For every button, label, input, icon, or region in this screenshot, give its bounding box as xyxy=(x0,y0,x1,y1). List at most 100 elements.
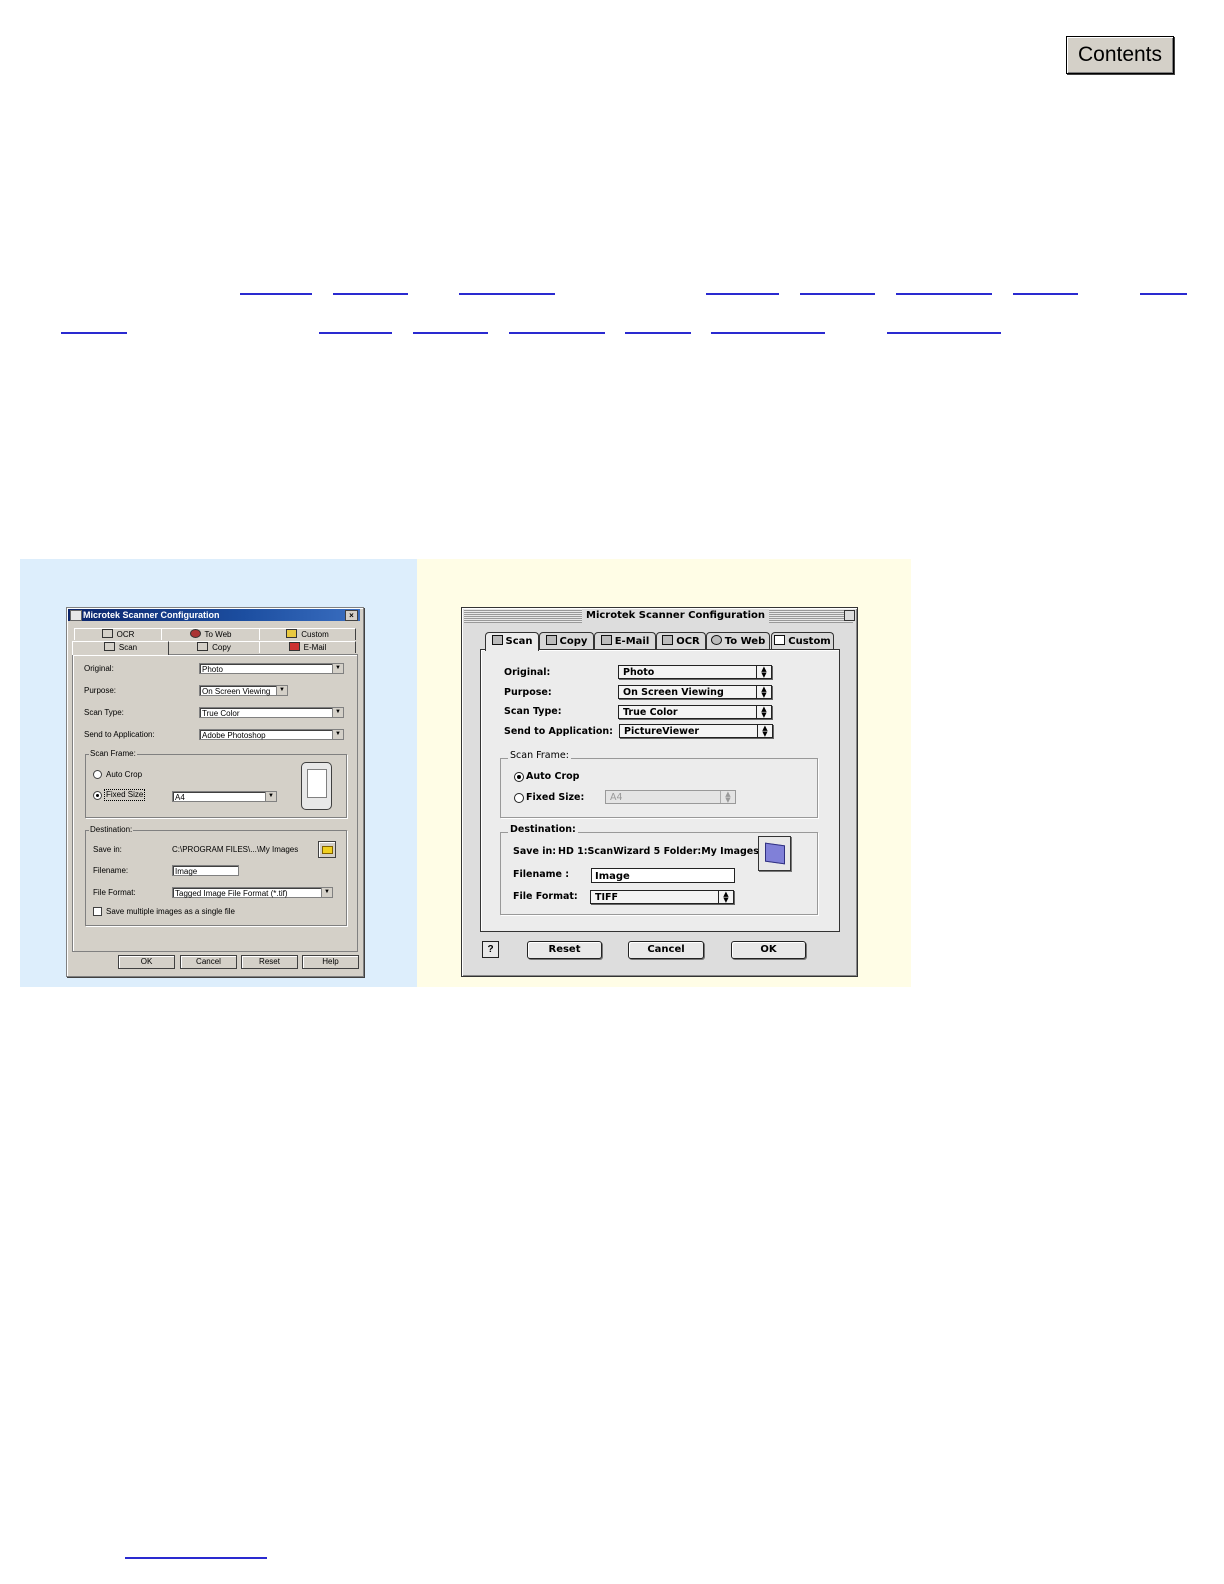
fixed-size-label: Fixed Size xyxy=(103,789,146,801)
dropdown-arrow-icon: ▼ xyxy=(265,792,276,801)
original-popup[interactable]: Photo ▲ ▼ xyxy=(618,665,772,679)
auto-crop-radio[interactable] xyxy=(93,770,102,779)
link[interactable] xyxy=(509,332,605,334)
original-select[interactable]: Photo ▼ xyxy=(199,663,344,674)
scan-frame-group xyxy=(500,758,818,818)
app-icon xyxy=(70,610,82,621)
original-label: Original: xyxy=(84,664,114,673)
save-in-label: Save in: xyxy=(513,846,557,857)
link[interactable] xyxy=(887,332,1001,334)
link[interactable] xyxy=(706,293,779,295)
purpose-select[interactable]: On Screen Viewing ▼ xyxy=(199,685,288,696)
purpose-popup[interactable]: On Screen Viewing ▲ ▼ xyxy=(618,685,772,699)
scan-frame-label: Scan Frame: xyxy=(89,749,137,759)
link[interactable] xyxy=(896,293,992,295)
zoom-box-icon[interactable] xyxy=(844,610,855,621)
scanner-icon xyxy=(491,635,503,645)
mac-tab-copy[interactable]: Copy xyxy=(539,632,594,650)
mac-tab-email[interactable]: E-Mail xyxy=(594,632,656,650)
scan-type-popup[interactable]: True Color ▲ ▼ xyxy=(618,705,772,719)
link[interactable] xyxy=(61,332,127,334)
filename-input[interactable]: Image xyxy=(591,868,735,883)
windows-dialog-title: Microtek Scanner Configuration xyxy=(83,610,220,620)
file-format-popup[interactable]: TIFF ▲ ▼ xyxy=(590,890,734,904)
printer-icon xyxy=(197,642,209,651)
purpose-label: Purpose: xyxy=(84,686,117,695)
scanner-icon xyxy=(103,642,115,651)
browse-folder-button[interactable] xyxy=(318,841,336,858)
file-format-label: File Format: xyxy=(513,891,578,902)
file-format-select[interactable]: Tagged Image File Format (*.tif) ▼ xyxy=(172,887,333,898)
save-in-label: Save in: xyxy=(93,845,122,854)
filename-label: Filename: xyxy=(93,866,129,875)
windows-title-bar: Microtek Scanner Configuration × xyxy=(68,609,360,621)
link[interactable] xyxy=(333,293,408,295)
ok-button[interactable]: OK xyxy=(118,955,175,969)
browse-folder-button[interactable] xyxy=(758,836,791,871)
link[interactable] xyxy=(459,293,555,295)
link[interactable] xyxy=(711,332,825,334)
ok-button[interactable]: OK xyxy=(731,941,806,959)
link[interactable] xyxy=(625,332,691,334)
send-to-application-popup[interactable]: PictureViewer ▲ ▼ xyxy=(619,724,773,738)
link[interactable] xyxy=(1140,293,1187,295)
folder-icon xyxy=(286,629,298,638)
fixed-size-radio[interactable] xyxy=(514,793,524,803)
tab-email[interactable]: E-Mail xyxy=(259,641,356,653)
auto-crop-label: Auto Crop xyxy=(106,770,143,779)
file-format-label: File Format: xyxy=(93,888,136,897)
mac-tab-scan[interactable]: Scan xyxy=(485,632,539,651)
destination-label: Destination: xyxy=(89,825,134,835)
filename-label: Filename : xyxy=(513,869,570,880)
link[interactable] xyxy=(800,293,875,295)
popup-arrows-icon: ▲ ▼ xyxy=(757,725,772,738)
fixed-size-popup[interactable]: A4 ▲ ▼ xyxy=(605,790,736,804)
dropdown-arrow-icon: ▼ xyxy=(332,664,343,673)
scan-type-label: Scan Type: xyxy=(84,708,124,717)
link[interactable] xyxy=(240,293,312,295)
filename-input[interactable]: Image xyxy=(172,865,239,876)
ocr-icon xyxy=(101,629,113,638)
cancel-button[interactable]: Cancel xyxy=(628,941,704,959)
tab-to-web[interactable]: To Web xyxy=(161,628,260,640)
dropdown-arrow-icon: ▼ xyxy=(276,686,287,695)
auto-crop-radio[interactable] xyxy=(514,772,524,782)
tab-custom[interactable]: Custom xyxy=(259,628,356,640)
globe-icon xyxy=(189,629,201,638)
tab-scan[interactable]: Scan xyxy=(72,641,169,655)
ocr-icon xyxy=(662,635,674,645)
link[interactable] xyxy=(319,332,392,334)
original-label: Original: xyxy=(504,667,551,678)
send-to-application-label: Send to Application: xyxy=(84,730,155,739)
mac-tab-custom[interactable]: Custom xyxy=(771,632,834,650)
link[interactable] xyxy=(413,332,488,334)
tab-ocr[interactable]: OCR xyxy=(74,628,162,640)
dropdown-arrow-icon: ▼ xyxy=(332,708,343,717)
reset-button[interactable]: Reset xyxy=(241,955,298,969)
fixed-size-radio[interactable] xyxy=(93,791,102,800)
popup-arrows-icon: ▲ ▼ xyxy=(756,666,771,679)
send-to-application-select[interactable]: Adobe Photoshop ▼ xyxy=(199,729,344,740)
mail-icon xyxy=(288,642,300,651)
folder-icon xyxy=(322,846,333,854)
cancel-button[interactable]: Cancel xyxy=(180,955,237,969)
globe-icon xyxy=(710,635,722,645)
help-question-icon[interactable]: ? xyxy=(482,941,499,958)
scan-frame-label: Scan Frame: xyxy=(508,750,571,762)
printer-icon xyxy=(545,635,557,645)
contents-button[interactable]: Contents xyxy=(1066,36,1174,74)
link[interactable] xyxy=(125,1557,267,1559)
reset-button[interactable]: Reset xyxy=(527,941,602,959)
popup-arrows-icon: ▲ ▼ xyxy=(720,791,735,804)
close-icon[interactable]: × xyxy=(345,610,358,621)
mac-tab-to-web[interactable]: To Web xyxy=(706,632,770,650)
scan-type-select[interactable]: True Color ▼ xyxy=(199,707,344,718)
save-multiple-checkbox[interactable] xyxy=(93,907,102,916)
link[interactable] xyxy=(1013,293,1078,295)
auto-crop-label: Auto Crop xyxy=(526,771,580,782)
mac-dialog-title: Microtek Scanner Configuration xyxy=(582,609,770,623)
tab-copy[interactable]: Copy xyxy=(168,641,260,653)
fixed-size-select[interactable]: A4 ▼ xyxy=(172,791,277,802)
help-button[interactable]: Help xyxy=(302,955,359,969)
mac-tab-ocr[interactable]: OCR xyxy=(656,632,706,650)
